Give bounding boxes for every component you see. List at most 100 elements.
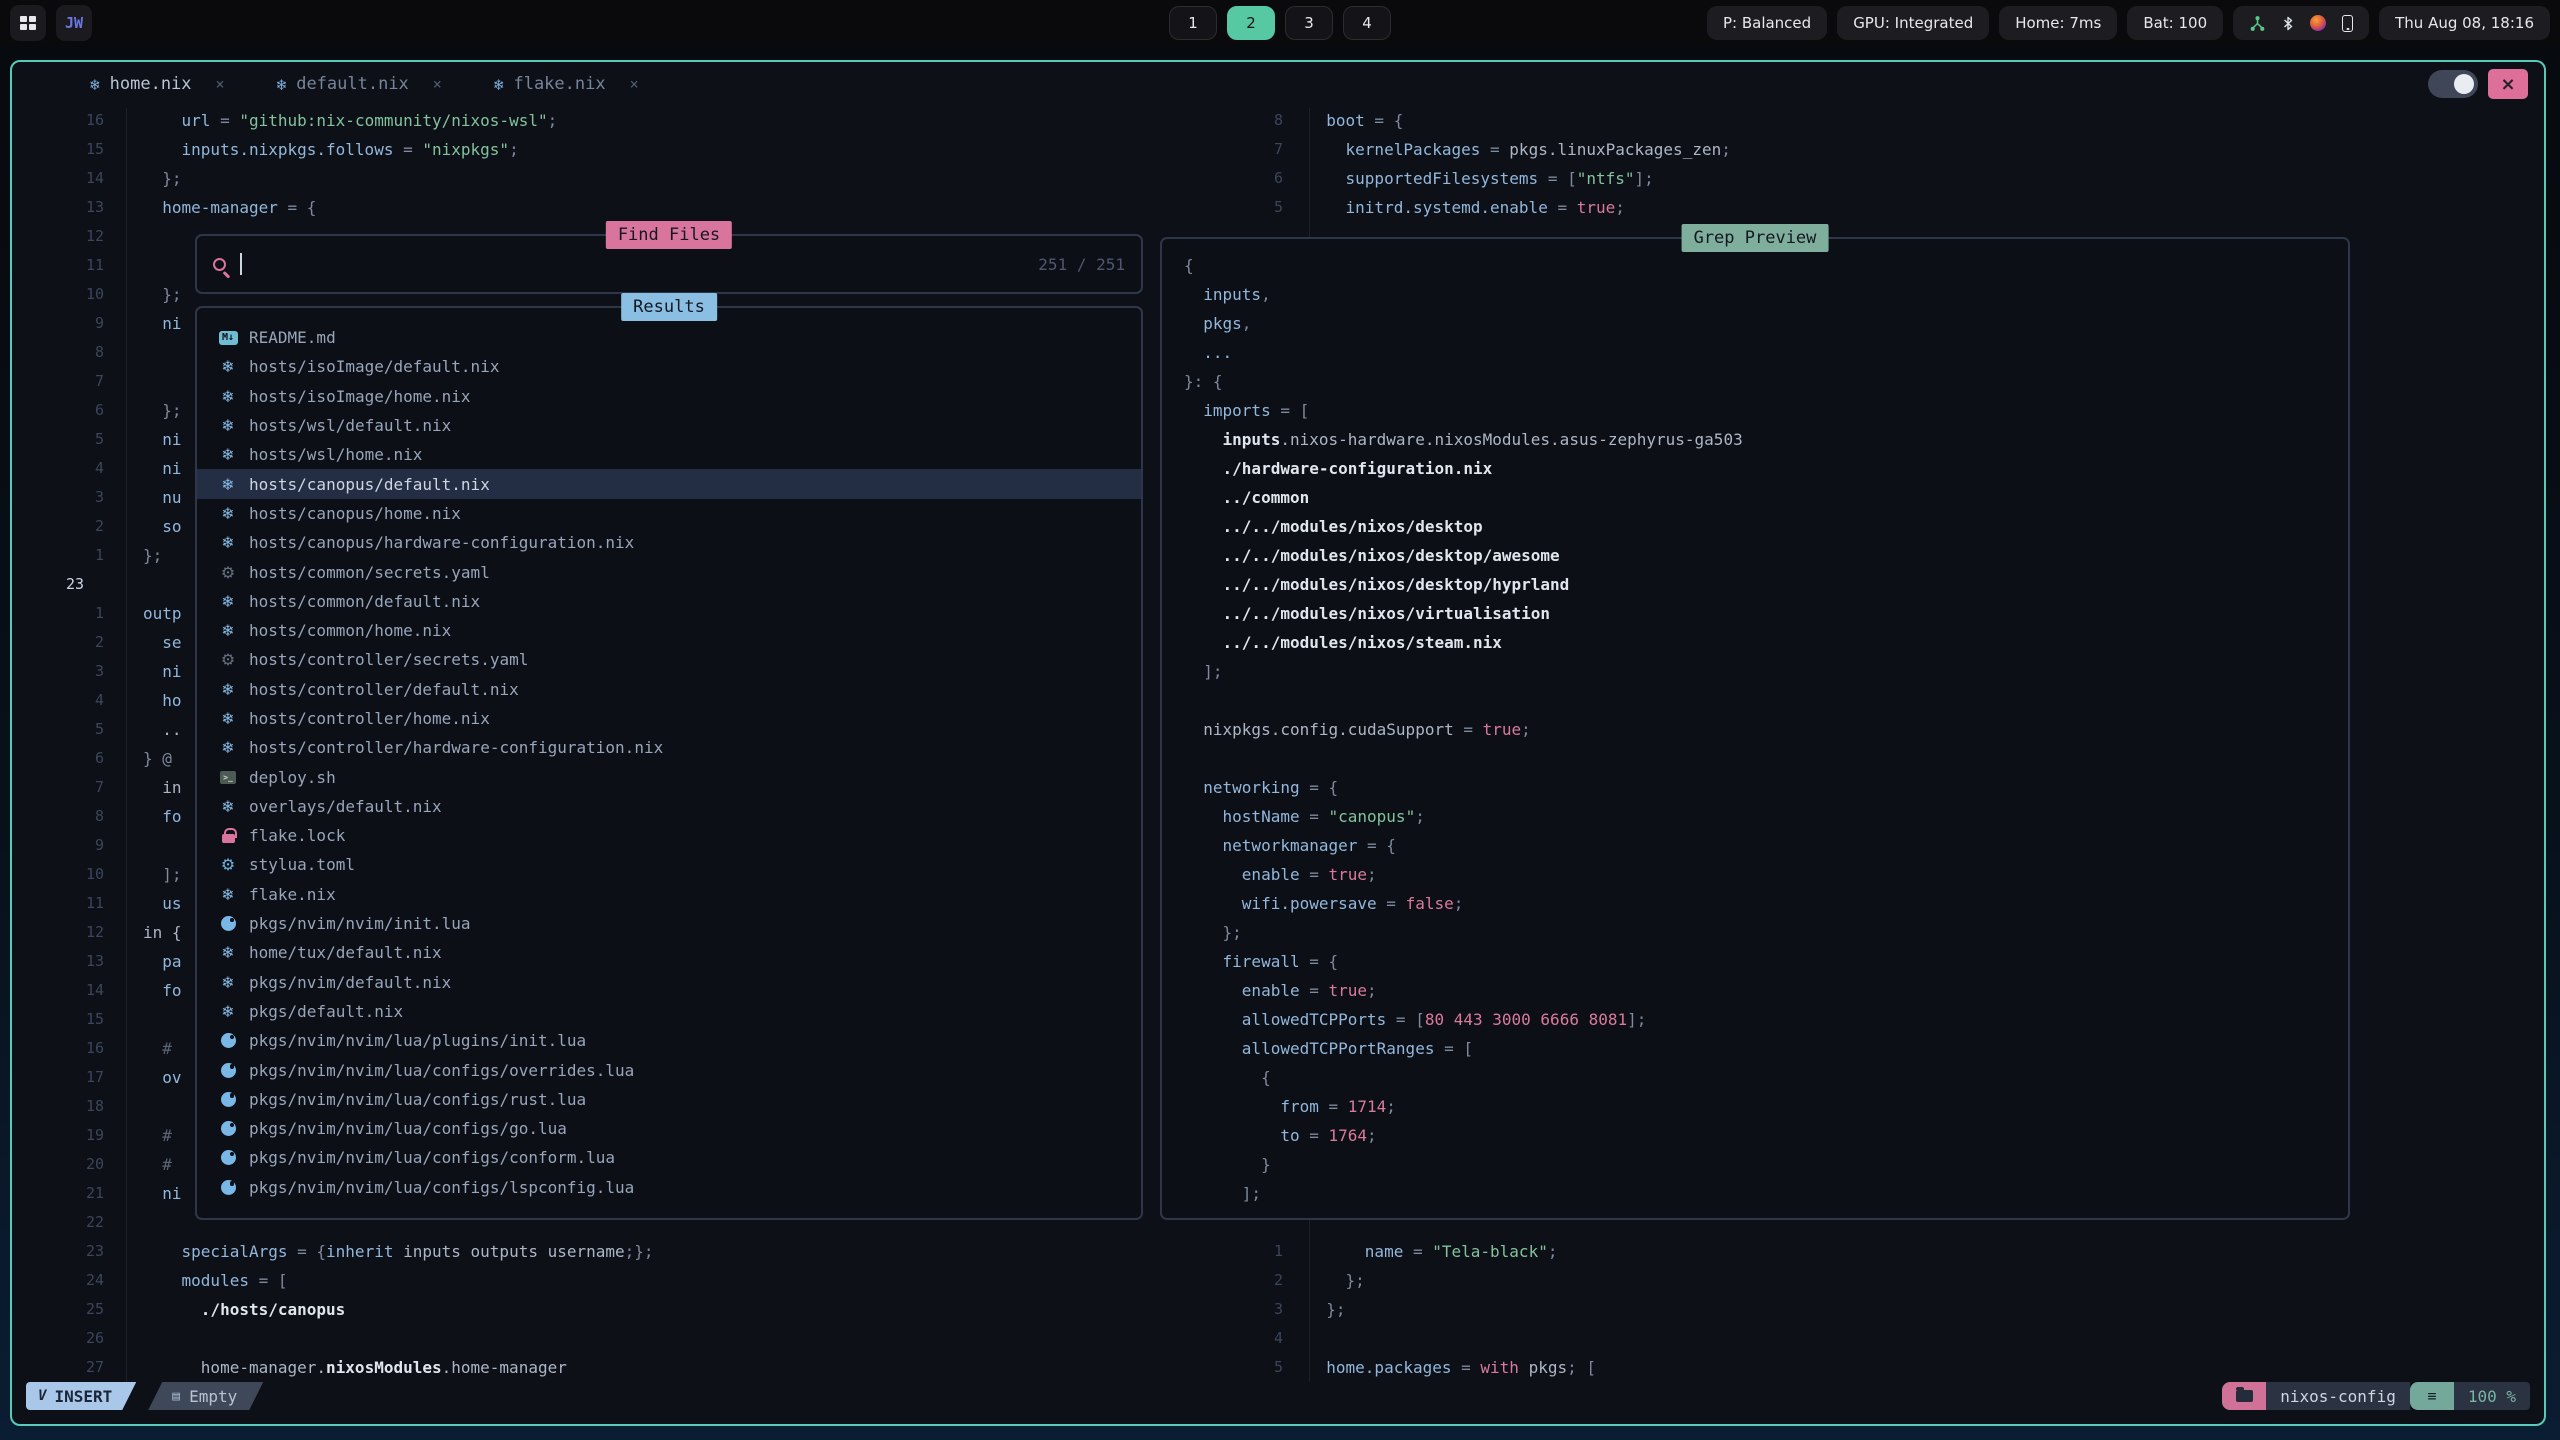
result-item[interactable]: ❄home/tux/default.nix: [197, 938, 1141, 967]
search-icon: [213, 258, 226, 271]
result-item[interactable]: ❄hosts/isoImage/default.nix: [197, 352, 1141, 381]
scroll-icon-segment: ≡: [2410, 1382, 2454, 1410]
window-close-button[interactable]: ×: [2488, 69, 2528, 99]
phone-icon: [2342, 15, 2353, 32]
preview-line: pkgs,: [1184, 309, 2348, 338]
preview-line: {: [1184, 1063, 2348, 1092]
result-item[interactable]: pkgs/nvim/nvim/lua/configs/lspconfig.lua: [197, 1173, 1141, 1202]
result-item[interactable]: ❄pkgs/default.nix: [197, 997, 1141, 1026]
result-item[interactable]: ❄ hosts/wsl/default.nix: [197, 411, 1141, 440]
pin-toggle[interactable]: [2428, 70, 2478, 98]
result-item[interactable]: pkgs/nvim/nvim/lua/configs/conform.lua: [197, 1143, 1141, 1172]
yaml-file-icon: ⚙: [221, 563, 235, 582]
result-item[interactable]: ❄ hosts/controller/home.nix: [197, 704, 1141, 733]
result-filename: hosts/canopus/hardware-configuration.nix: [249, 533, 634, 552]
line-number: 7: [26, 773, 114, 802]
result-item[interactable]: pkgs/nvim/nvim/lua/configs/overrides.lua: [197, 1055, 1141, 1084]
result-item[interactable]: ❄hosts/canopus/hardware-configuration.ni…: [197, 528, 1141, 557]
result-item[interactable]: ⚙hosts/common/secrets.yaml: [197, 557, 1141, 586]
preview-line: inputs,: [1184, 280, 2348, 309]
result-item[interactable]: ❄hosts/wsl/home.nix: [197, 440, 1141, 469]
result-item[interactable]: ⚙hosts/controller/secrets.yaml: [197, 645, 1141, 674]
line-number: 15: [26, 1005, 114, 1034]
tab-close-icon[interactable]: ×: [433, 75, 442, 93]
code-line: 13 home-manager = {: [26, 193, 1156, 222]
code-text: home.packages = with pkgs; [: [1307, 1353, 1596, 1382]
result-item[interactable]: pkgs/nvim/nvim/init.lua: [197, 909, 1141, 938]
preview-line: imports = [: [1184, 396, 2348, 425]
result-item[interactable]: ❄hosts/common/home.nix: [197, 616, 1141, 645]
result-filename: home/tux/default.nix: [249, 943, 442, 962]
launcher-button[interactable]: [10, 5, 46, 41]
nix-file-icon: ❄: [221, 885, 234, 904]
toml-file-icon: ⚙: [221, 855, 235, 874]
line-number: 9: [26, 309, 114, 338]
code-line: 26: [26, 1324, 1156, 1353]
result-filename: pkgs/nvim/nvim/lua/configs/conform.lua: [249, 1148, 615, 1167]
preview-line: ../../modules/nixos/desktop: [1184, 512, 2348, 541]
result-item[interactable]: pkgs/nvim/nvim/lua/plugins/init.lua: [197, 1026, 1141, 1055]
tab-flake.nix[interactable]: ❄flake.nix×: [494, 74, 639, 94]
result-item[interactable]: pkgs/nvim/nvim/lua/configs/rust.lua: [197, 1085, 1141, 1114]
result-item[interactable]: ❄overlays/default.nix: [197, 792, 1141, 821]
result-filename: hosts/wsl/default.nix: [249, 416, 451, 435]
logo-button[interactable]: JW: [56, 5, 92, 41]
nix-file-icon: ❄: [90, 75, 100, 94]
nix-file-icon: ❄: [221, 357, 234, 376]
result-filename: hosts/controller/home.nix: [249, 709, 490, 728]
result-filename: pkgs/nvim/nvim/lua/configs/overrides.lua: [249, 1061, 634, 1080]
preview-line: [1184, 686, 2348, 715]
result-filename: pkgs/nvim/nvim/lua/configs/rust.lua: [249, 1090, 586, 1109]
preview-line: {: [1184, 251, 2348, 280]
result-filename: hosts/controller/secrets.yaml: [249, 650, 528, 669]
result-item[interactable]: ❄flake.nix: [197, 880, 1141, 909]
result-item[interactable]: ❄pkgs/nvim/default.nix: [197, 968, 1141, 997]
status-pill-bat[interactable]: Bat: 100: [2127, 6, 2223, 40]
result-filename: hosts/wsl/home.nix: [249, 445, 422, 464]
tab-close-icon[interactable]: ×: [630, 75, 639, 93]
result-filename: hosts/canopus/default.nix: [249, 475, 490, 494]
result-item[interactable]: ❄hosts/canopus/default.nix: [197, 469, 1141, 498]
result-item[interactable]: flake.lock: [197, 821, 1141, 850]
result-item[interactable]: >_deploy.sh: [197, 762, 1141, 791]
find-files-prompt[interactable]: Find Files 251 / 251: [195, 234, 1143, 294]
result-filename: pkgs/nvim/nvim/lua/plugins/init.lua: [249, 1031, 586, 1050]
tab-default.nix[interactable]: ❄default.nix×: [277, 74, 442, 94]
workspace-3[interactable]: 3: [1285, 6, 1333, 40]
result-filename: deploy.sh: [249, 768, 336, 787]
status-pill-p[interactable]: P: Balanced: [1707, 6, 1827, 40]
preview-line: hostName = "canopus";: [1184, 802, 2348, 831]
result-item[interactable]: ❄hosts/isoImage/home.nix: [197, 382, 1141, 411]
line-number: 27: [26, 1353, 114, 1382]
tab-home.nix[interactable]: ❄home.nix×: [90, 74, 225, 94]
code-text: #: [143, 1150, 172, 1179]
file-segment: ▤ Empty: [148, 1382, 263, 1410]
status-pill-gpu[interactable]: GPU: Integrated: [1837, 6, 1989, 40]
preview-line: ...: [1184, 338, 2348, 367]
result-item[interactable]: ❄hosts/canopus/home.nix: [197, 499, 1141, 528]
line-number: 8: [26, 802, 114, 831]
clock[interactable]: Thu Aug 08, 18:16: [2379, 6, 2550, 40]
result-item[interactable]: pkgs/nvim/nvim/lua/configs/go.lua: [197, 1114, 1141, 1143]
code-text: } @: [143, 744, 172, 773]
result-item[interactable]: M↓README.md: [197, 323, 1141, 352]
nix-file-icon: ❄: [221, 387, 234, 406]
code-text: modules = [: [143, 1266, 288, 1295]
result-item[interactable]: ❄hosts/controller/hardware-configuration…: [197, 733, 1141, 762]
statusline: V INSERT ▤ Empty nixos-config ≡ 100 %: [26, 1382, 2530, 1410]
result-item[interactable]: ⚙stylua.toml: [197, 850, 1141, 879]
nix-file-icon: ❄: [221, 709, 234, 728]
line-number: 2: [26, 628, 114, 657]
system-tray[interactable]: [2233, 6, 2369, 40]
lines-icon: ≡: [2427, 1387, 2436, 1405]
result-item[interactable]: ❄hosts/controller/default.nix: [197, 675, 1141, 704]
workspace-2[interactable]: 2: [1227, 6, 1275, 40]
nix-file-icon: ❄: [221, 416, 234, 435]
preview-line: wifi.powersave = false;: [1184, 889, 2348, 918]
workspace-4[interactable]: 4: [1343, 6, 1391, 40]
status-pill-home[interactable]: Home: 7ms: [1999, 6, 2117, 40]
workspace-1[interactable]: 1: [1169, 6, 1217, 40]
tab-close-icon[interactable]: ×: [216, 75, 225, 93]
browser-icon: [2310, 15, 2326, 31]
result-item[interactable]: ❄hosts/common/default.nix: [197, 587, 1141, 616]
